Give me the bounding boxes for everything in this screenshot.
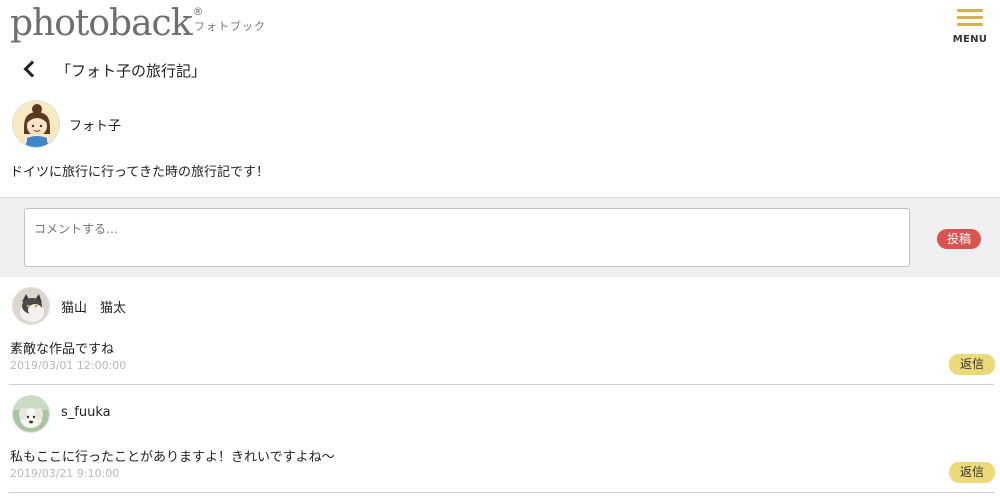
page-title: 「フォト子の旅行記」 <box>56 62 207 80</box>
title-row: 「フォト子の旅行記」 <box>0 52 1000 86</box>
hamburger-icon-bar <box>957 16 983 19</box>
comment-item: 猫山 猫太 素敵な作品ですね 2019/03/01 12:00:00 返信 <box>0 278 1000 386</box>
comment-input[interactable] <box>24 208 910 267</box>
comment-form: 投稿 <box>0 197 1000 277</box>
commenter-avatar[interactable] <box>12 287 50 325</box>
comment-date: 2019/03/01 12:00:00 <box>10 359 127 372</box>
post-button[interactable]: 投稿 <box>937 229 981 249</box>
author-name[interactable]: フォト子 <box>69 115 121 134</box>
comment-text: 素敵な作品ですね <box>10 342 115 357</box>
reply-button[interactable]: 返信 <box>949 462 995 483</box>
hamburger-icon-bar <box>957 23 983 26</box>
comment-item: s_fuuka 私もここに行ったことがありますよ！きれいですよね～ 2019/0… <box>0 386 1000 494</box>
dog-avatar-icon <box>13 396 49 432</box>
commenter-avatar[interactable] <box>12 395 50 433</box>
logo-subtitle: フォトブック <box>194 20 266 33</box>
logo-text: photoback <box>10 3 193 44</box>
author-block: フォト子 <box>12 100 121 150</box>
header: photoback ® フォトブック MENU <box>0 0 1000 52</box>
comment-date: 2019/03/21 9:10:00 <box>10 467 120 480</box>
author-avatar[interactable] <box>12 100 60 148</box>
photoback-logo[interactable]: photoback ® <box>10 2 204 46</box>
album-description: ドイツに旅行に行ってきた時の旅行記です！ <box>10 165 269 180</box>
menu-button[interactable]: MENU <box>950 8 990 50</box>
commenter-name[interactable]: s_fuuka <box>61 405 111 420</box>
menu-label: MENU <box>952 34 988 45</box>
comment-text: 私もここに行ったことがありますよ！きれいですよね～ <box>10 450 335 465</box>
comment-divider <box>9 384 994 385</box>
girl-avatar-icon <box>13 101 59 147</box>
comment-divider <box>9 492 994 493</box>
commenter-name[interactable]: 猫山 猫太 <box>61 297 126 316</box>
cat-avatar-icon <box>13 288 49 324</box>
reply-button[interactable]: 返信 <box>949 354 995 375</box>
back-chevron-icon[interactable] <box>17 58 41 80</box>
hamburger-icon <box>957 9 983 12</box>
